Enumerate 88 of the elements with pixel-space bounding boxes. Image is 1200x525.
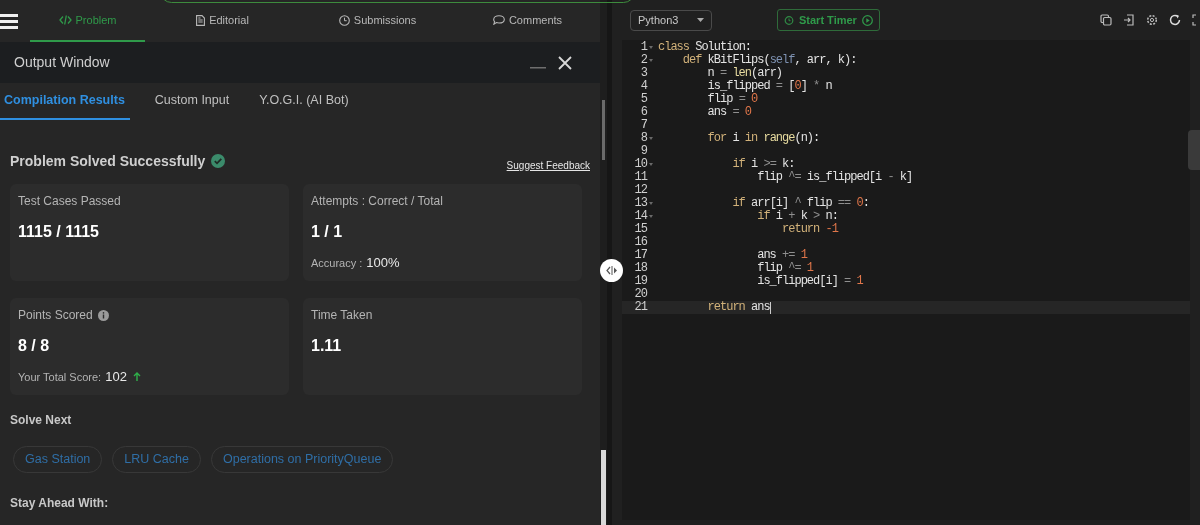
settings-icon[interactable] — [1146, 14, 1158, 26]
card-value: 8 / 8 — [18, 337, 51, 355]
output-tab[interactable]: Compilation Results — [0, 83, 130, 120]
nav-tab[interactable]: Submissions — [300, 0, 455, 42]
nav-tab[interactable]: Editorial — [145, 0, 300, 42]
code-icon — [58, 15, 72, 25]
line-number: 7 — [640, 119, 647, 132]
code-line: is_flipped = [0] * n — [706, 80, 832, 93]
line-number: 4 — [640, 80, 647, 93]
scrollbar-thumb[interactable] — [601, 450, 606, 525]
section-heading: Solve Next — [10, 412, 73, 429]
card-value: 1115 / 1115 — [18, 223, 100, 241]
copy-icon[interactable] — [1100, 14, 1112, 26]
start-timer-button[interactable]: Start Timer — [777, 9, 880, 31]
fold-icon[interactable] — [649, 215, 653, 218]
code-line: ans = 0 — [706, 106, 752, 119]
line-number: 19 — [634, 275, 647, 288]
line-number: 6 — [640, 106, 647, 119]
code-line: if arr[i] ^ flip == 0: — [731, 197, 869, 210]
code-line: is_flipped[i] = 1 — [756, 275, 863, 288]
line-number: 3 — [640, 67, 647, 80]
line-number: 10 — [634, 158, 647, 171]
resize-icon — [605, 266, 618, 275]
line-number: 16 — [634, 236, 647, 249]
scrollbar-thumb[interactable] — [1188, 130, 1200, 170]
line-number: 5 — [640, 93, 647, 106]
line-number: 14 — [634, 210, 647, 223]
code-line: flip ^= 1 — [756, 262, 814, 275]
output-tab[interactable]: Custom Input — [149, 83, 235, 120]
line-number: 9 — [640, 145, 647, 158]
code-line: for i in range(n): — [706, 132, 820, 145]
close-icon[interactable] — [558, 55, 572, 70]
fold-icon[interactable] — [649, 46, 653, 49]
card-value: 1 / 1 — [311, 223, 344, 241]
line-number: 15 — [634, 223, 647, 236]
code-line: if i + k > n: — [756, 210, 838, 223]
card-label: Time Taken — [311, 307, 373, 324]
code-line: flip ^= is_flipped[i - k] — [756, 171, 913, 184]
line-number: 21 — [634, 301, 647, 314]
output-tab[interactable]: Y.O.G.I. (AI Bot) — [254, 83, 354, 120]
line-number: 1 — [640, 41, 647, 54]
line-number: 13 — [634, 197, 647, 210]
card-label: Points Scored — [18, 307, 93, 324]
note-label: Accuracy : — [311, 255, 363, 271]
alarm-clock-icon — [784, 15, 794, 25]
scrollbar-thumb[interactable] — [602, 100, 605, 160]
caret-icon — [697, 18, 704, 22]
code-line: return ans — [706, 301, 770, 314]
play-icon — [861, 14, 873, 26]
code-line: def kBitFlips(self, arr, k): — [681, 54, 857, 67]
code-line: if i >= k: — [731, 158, 795, 171]
menu-icon[interactable] — [0, 13, 18, 29]
result-heading: Problem Solved Successfully — [10, 151, 206, 171]
import-icon[interactable] — [1123, 14, 1135, 26]
fold-icon[interactable] — [649, 202, 653, 205]
line-number: 11 — [634, 171, 647, 184]
document-icon — [196, 14, 206, 26]
section-heading: Stay Ahead With: — [10, 495, 110, 512]
language-dropdown[interactable]: Python3 — [630, 9, 712, 31]
code-line: flip = 0 — [706, 93, 758, 106]
fold-icon[interactable] — [649, 137, 653, 140]
line-number: 18 — [634, 262, 647, 275]
code-line: ans += 1 — [756, 249, 807, 262]
fold-icon[interactable] — [649, 59, 653, 62]
text-cursor — [769, 301, 771, 314]
code-line: return -1 — [781, 223, 838, 236]
feedback-link[interactable]: Suggest Feedback — [506, 157, 590, 173]
card-label: Test Cases Passed — [18, 193, 121, 210]
nav-tab[interactable]: Comments — [455, 0, 600, 42]
note-label: Your Total Score: — [18, 369, 102, 385]
info-icon[interactable] — [97, 309, 109, 321]
note-value: 100% — [366, 254, 400, 272]
line-number: 12 — [634, 184, 647, 197]
clock-icon — [338, 14, 350, 26]
window-title: Output Window — [14, 53, 111, 72]
line-number: 20 — [634, 288, 647, 301]
card-label: Attempts : Correct / Total — [311, 193, 443, 210]
check-icon — [211, 154, 226, 168]
reset-icon[interactable] — [1169, 14, 1181, 26]
code-line: n = len(arr) — [706, 67, 783, 80]
code-line: class Solution: — [658, 41, 752, 54]
chat-icon — [492, 15, 505, 25]
line-number: 2 — [640, 54, 647, 67]
note-value: 102 — [105, 368, 127, 386]
line-number: 8 — [640, 132, 647, 145]
card-value: 1.11 — [311, 337, 343, 355]
line-number: 17 — [634, 249, 647, 262]
fold-icon[interactable] — [649, 163, 653, 166]
